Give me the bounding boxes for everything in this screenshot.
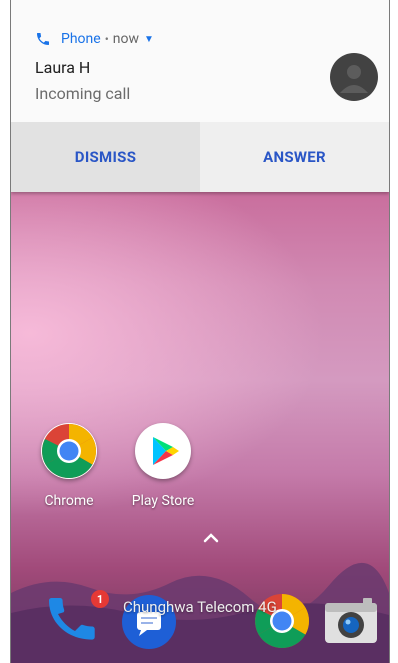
caller-name: Laura H xyxy=(35,58,91,77)
header-separator: • xyxy=(104,32,109,46)
notification-header[interactable]: Phone • now ▼ xyxy=(35,30,154,48)
chevron-up-icon[interactable] xyxy=(201,530,221,546)
camera-icon xyxy=(325,598,377,643)
answer-button[interactable]: ANSWER xyxy=(200,122,389,192)
missed-call-badge: 1 xyxy=(91,590,109,608)
phone-icon xyxy=(37,33,49,45)
notification-app-name: Phone xyxy=(61,31,101,47)
chrome-icon xyxy=(41,423,97,479)
incoming-call-notification[interactable]: Phone • now ▼ Laura H Incoming call DISM… xyxy=(11,0,389,192)
app-chrome[interactable]: Chrome xyxy=(29,423,109,509)
dock-camera[interactable] xyxy=(323,595,379,655)
notification-body[interactable]: Phone • now ▼ Laura H Incoming call xyxy=(11,0,389,122)
app-play-store[interactable]: Play Store xyxy=(123,423,203,509)
caller-avatar xyxy=(330,53,378,101)
app-label: Play Store xyxy=(131,493,195,509)
chevron-down-icon[interactable]: ▼ xyxy=(144,34,154,45)
notification-time: now xyxy=(112,31,139,47)
call-status-text: Incoming call xyxy=(35,84,131,103)
app-label: Chrome xyxy=(44,493,94,509)
notification-actions: DISMISS ANSWER xyxy=(11,122,389,192)
play-store-icon xyxy=(135,423,191,479)
person-icon xyxy=(340,65,368,93)
carrier-label: Chunghwa Telecom 4G xyxy=(123,598,277,616)
device-screen: Phone • now ▼ Laura H Incoming call DISM… xyxy=(10,0,390,663)
dismiss-button[interactable]: DISMISS xyxy=(11,122,200,192)
